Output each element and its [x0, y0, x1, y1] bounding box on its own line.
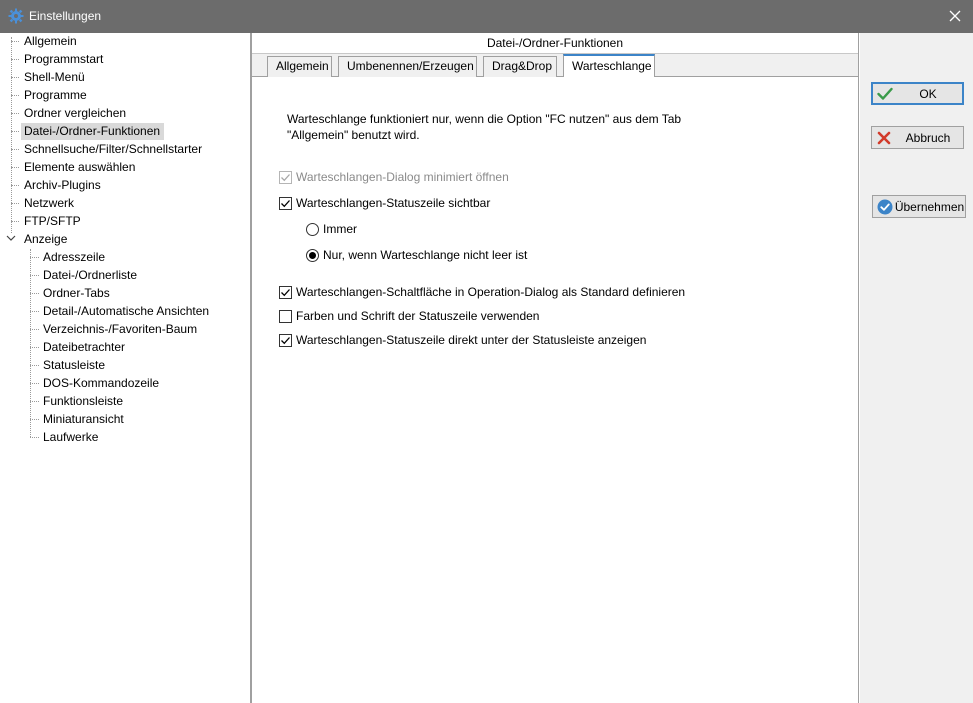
minimized-option[interactable]: Warteschlangen-Dialog minimiert öffnen — [279, 169, 509, 185]
tab-allgemein[interactable]: Allgemein — [267, 56, 332, 77]
tree-item-netzwerk[interactable]: Netzwerk — [21, 195, 78, 212]
info-text-line: "Allgemein" benutzt wird. — [287, 128, 420, 142]
cancel-label: Abbruch — [905, 130, 951, 145]
check-circle-icon — [876, 198, 894, 216]
below-statusbar-checkbox[interactable] — [279, 333, 292, 347]
default-button-checkbox[interactable] — [279, 285, 292, 299]
tree-item-shell-menu[interactable]: Shell-Menü — [21, 69, 89, 86]
tree-item-allgemein[interactable]: Allgemein — [21, 33, 81, 50]
tab-label: Warteschlange — [572, 59, 652, 73]
tree-item-archiv-plugins[interactable]: Archiv-Plugins — [21, 177, 105, 194]
tree-item-ftp-sftp[interactable]: FTP/SFTP — [21, 213, 85, 230]
tree-item-funktionsleiste[interactable]: Funktionsleiste — [40, 393, 127, 410]
below-statusbar-label: Warteschlangen-Statuszeile direkt unter … — [296, 333, 647, 347]
radio-always-option[interactable]: Immer — [306, 221, 357, 237]
tree-item-statusleiste[interactable]: Statusleiste — [40, 357, 109, 374]
settings-tree: Allgemein Programmstart Shell-Menü Progr… — [0, 33, 251, 703]
ok-label: OK — [919, 86, 937, 101]
tree-item-programme[interactable]: Programme — [21, 87, 91, 104]
settings-panel: Datei-/Ordner-Funktionen Allgemein Umben… — [251, 33, 859, 703]
close-icon[interactable] — [945, 6, 965, 26]
window-title: Einstellungen — [29, 9, 102, 23]
tree-item-datei-ordnerliste[interactable]: Datei-/Ordnerliste — [40, 267, 141, 284]
colors-font-option[interactable]: Farben und Schrift der Statuszeile verwe… — [279, 308, 539, 324]
tab-label: Allgemein — [276, 59, 329, 73]
tree-item-elemente-auswaehlen[interactable]: Elemente auswählen — [21, 159, 139, 176]
tree-item-datei-ordner-funktionen[interactable]: Datei-/Ordner-Funktionen — [21, 123, 165, 140]
minimized-label: Warteschlangen-Dialog minimiert öffnen — [296, 170, 509, 184]
colors-font-checkbox[interactable] — [279, 309, 292, 323]
radio-always-label: Immer — [323, 222, 357, 236]
tab-umbenennen[interactable]: Umbenennen/Erzeugen — [338, 56, 477, 77]
close-red-icon — [875, 129, 893, 147]
tree-item-dateibetrachter[interactable]: Dateibetrachter — [40, 339, 129, 356]
chevron-down-icon[interactable] — [5, 232, 17, 244]
tree-item-miniaturansicht[interactable]: Miniaturansicht — [40, 411, 128, 428]
radio-not-empty-label: Nur, wenn Warteschlange nicht leer ist — [323, 248, 528, 262]
statusbar-visible-option[interactable]: Warteschlangen-Statuszeile sichtbar — [279, 195, 490, 211]
tree-item-schnellsuche[interactable]: Schnellsuche/Filter/Schnellstarter — [21, 141, 206, 158]
apply-button[interactable]: Übernehmen — [872, 195, 966, 218]
ok-button[interactable]: OK — [871, 82, 964, 105]
tree-item-verzeichnis-baum[interactable]: Verzeichnis-/Favoriten-Baum — [40, 321, 201, 338]
info-text: Warteschlange funktioniert nur, wenn die… — [287, 111, 707, 143]
tree-item-dos-kommandozeile[interactable]: DOS-Kommandozeile — [40, 375, 163, 392]
minimized-checkbox[interactable] — [279, 170, 292, 184]
tab-warteschlange[interactable]: Warteschlange — [563, 54, 655, 78]
radio-not-empty[interactable] — [306, 248, 319, 262]
radio-not-empty-option[interactable]: Nur, wenn Warteschlange nicht leer ist — [306, 247, 527, 263]
statusbar-visible-label: Warteschlangen-Statuszeile sichtbar — [296, 196, 491, 210]
tree-item-ordner-vergleichen[interactable]: Ordner vergleichen — [21, 105, 130, 122]
tab-dragdrop[interactable]: Drag&Drop — [483, 56, 557, 77]
colors-font-label: Farben und Schrift der Statuszeile verwe… — [296, 309, 540, 323]
statusbar-visible-checkbox[interactable] — [279, 196, 292, 210]
info-text-line: Warteschlange funktioniert nur, wenn die… — [287, 112, 682, 126]
title-bar: Einstellungen — [0, 0, 973, 33]
tree-item-programmstart[interactable]: Programmstart — [21, 51, 107, 68]
tree-item-anzeige[interactable]: Anzeige — [21, 231, 71, 248]
gear-icon — [8, 8, 24, 24]
tree-item-adresszeile[interactable]: Adresszeile — [40, 249, 109, 266]
radio-selected-dot — [309, 251, 316, 259]
tree-item-detail-ansichten[interactable]: Detail-/Automatische Ansichten — [40, 303, 213, 320]
tab-label: Umbenennen/Erzeugen — [347, 59, 474, 73]
cancel-button[interactable]: Abbruch — [871, 126, 964, 149]
default-button-option[interactable]: Warteschlangen-Schaltfläche in Operation… — [279, 284, 685, 300]
tree-item-ordner-tabs[interactable]: Ordner-Tabs — [40, 285, 114, 302]
tab-strip: Allgemein Umbenennen/Erzeugen Drag&Drop … — [252, 54, 858, 78]
default-button-label: Warteschlangen-Schaltfläche in Operation… — [296, 285, 686, 299]
apply-label: Übernehmen — [894, 199, 965, 214]
check-icon — [876, 85, 894, 103]
tree-connector — [30, 249, 31, 437]
below-statusbar-option[interactable]: Warteschlangen-Statuszeile direkt unter … — [279, 332, 646, 348]
tree-item-laufwerke[interactable]: Laufwerke — [40, 429, 102, 446]
tab-label: Drag&Drop — [492, 59, 553, 73]
radio-always[interactable] — [306, 222, 319, 236]
panel-title: Datei-/Ordner-Funktionen — [252, 33, 858, 54]
tab-content-warteschlange: Warteschlange funktioniert nur, wenn die… — [252, 77, 858, 703]
